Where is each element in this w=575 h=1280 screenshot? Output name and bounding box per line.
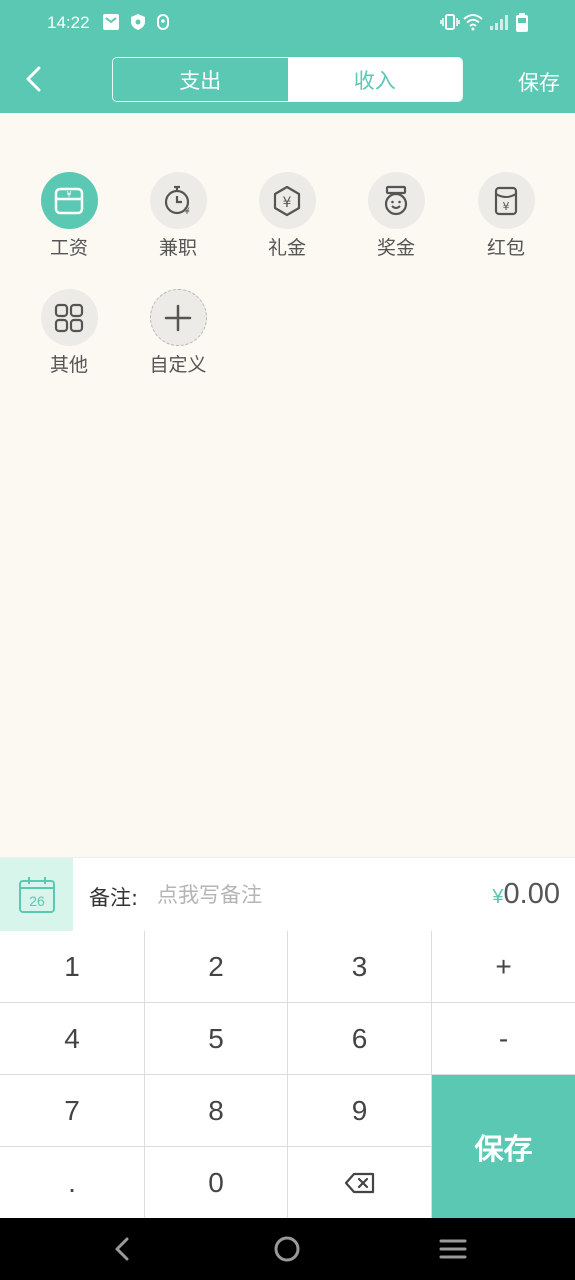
backspace-icon xyxy=(344,1172,374,1193)
svg-text:¥: ¥ xyxy=(184,207,190,217)
tab-income[interactable]: 收入 xyxy=(287,58,462,101)
type-segmented-control: 支出 收入 xyxy=(112,57,463,102)
header: 14:22 支出 收入 保存 xyxy=(0,0,575,113)
key-1[interactable]: 1 xyxy=(0,931,145,1003)
shield-notification-icon xyxy=(131,14,145,30)
category-gift-money[interactable]: ¥ 礼金 xyxy=(242,172,332,260)
category-red-envelope[interactable]: ¥ 红包 xyxy=(461,172,551,260)
svg-text:¥: ¥ xyxy=(283,195,292,211)
system-nav-bar xyxy=(0,1218,575,1280)
currency-symbol: ¥ xyxy=(492,886,504,908)
amount-display: ¥0.00 xyxy=(492,878,560,911)
vibrate-icon xyxy=(440,14,460,30)
key-9[interactable]: 9 xyxy=(288,1075,432,1147)
category-other[interactable]: 其他 xyxy=(24,289,114,377)
key-0[interactable]: 0 xyxy=(145,1147,288,1218)
key-2[interactable]: 2 xyxy=(145,931,288,1003)
red-envelope-icon: ¥ xyxy=(494,186,518,215)
category-label: 奖金 xyxy=(376,237,415,259)
wallet-icon: ¥ xyxy=(54,187,84,214)
svg-text:¥: ¥ xyxy=(66,190,71,199)
keypad-save-button[interactable]: 保存 xyxy=(432,1075,575,1218)
key-8[interactable]: 8 xyxy=(145,1075,288,1147)
category-custom[interactable]: 自定义 xyxy=(133,289,223,377)
key-minus[interactable]: - xyxy=(432,1003,575,1075)
key-backspace[interactable] xyxy=(288,1147,432,1218)
nav-home-icon[interactable] xyxy=(270,1232,304,1266)
note-label: 备注: xyxy=(89,886,139,910)
category-label: 工资 xyxy=(49,237,88,259)
key-3[interactable]: 3 xyxy=(288,931,432,1003)
key-4[interactable]: 4 xyxy=(0,1003,145,1075)
tab-expense[interactable]: 支出 xyxy=(113,58,288,101)
category-icon-circle xyxy=(40,289,98,346)
amount-value: 0.00 xyxy=(503,878,560,910)
category-part-time[interactable]: ¥ 兼职 xyxy=(133,172,223,260)
medal-icon xyxy=(384,185,408,215)
mail-notification-icon xyxy=(103,14,119,30)
category-label: 自定义 xyxy=(149,354,207,376)
category-icon-circle: ¥ xyxy=(477,172,535,229)
category-icon-circle xyxy=(149,289,207,346)
header-save-button[interactable]: 保存 xyxy=(518,67,560,97)
category-bonus[interactable]: 奖金 xyxy=(351,172,441,260)
key-plus[interactable]: + xyxy=(432,931,575,1003)
category-icon-circle xyxy=(367,172,425,229)
nav-menu-icon[interactable] xyxy=(436,1232,470,1266)
key-7[interactable]: 7 xyxy=(0,1075,145,1147)
category-label: 兼职 xyxy=(158,237,197,259)
status-time: 14:22 xyxy=(47,13,90,32)
calendar-icon: 26 xyxy=(18,877,55,913)
svg-text:¥: ¥ xyxy=(503,200,510,213)
category-icon-circle: ¥ xyxy=(258,172,316,229)
category-icon-circle: ¥ xyxy=(149,172,207,229)
grid-icon xyxy=(54,303,84,332)
category-label: 礼金 xyxy=(267,237,306,259)
status-bar: 14:22 xyxy=(0,0,575,48)
clock-yen-icon: ¥ xyxy=(164,185,190,217)
calendar-day: 26 xyxy=(29,893,45,909)
yen-hexagon-icon: ¥ xyxy=(273,185,301,216)
plus-icon xyxy=(164,304,192,331)
date-picker-button[interactable]: 26 xyxy=(0,858,73,932)
signal-icon xyxy=(490,15,508,30)
nav-back-icon[interactable] xyxy=(105,1232,139,1266)
app-notification-icon xyxy=(157,14,169,30)
note-bar: 26 备注: ¥0.00 xyxy=(0,857,575,932)
category-label: 其他 xyxy=(49,354,88,376)
numeric-keypad: 1 2 3 + 4 5 6 - 7 8 9 . 0 保存 xyxy=(0,931,575,1218)
key-5[interactable]: 5 xyxy=(145,1003,288,1075)
key-dot[interactable]: . xyxy=(0,1147,145,1218)
note-input[interactable] xyxy=(157,880,387,910)
key-6[interactable]: 6 xyxy=(288,1003,432,1075)
category-icon-circle: ¥ xyxy=(40,172,98,229)
wifi-icon xyxy=(463,14,483,31)
category-label: 红包 xyxy=(486,237,525,259)
back-arrow-icon[interactable] xyxy=(18,62,52,96)
category-salary[interactable]: ¥ 工资 xyxy=(24,172,114,260)
battery-icon xyxy=(516,13,528,32)
